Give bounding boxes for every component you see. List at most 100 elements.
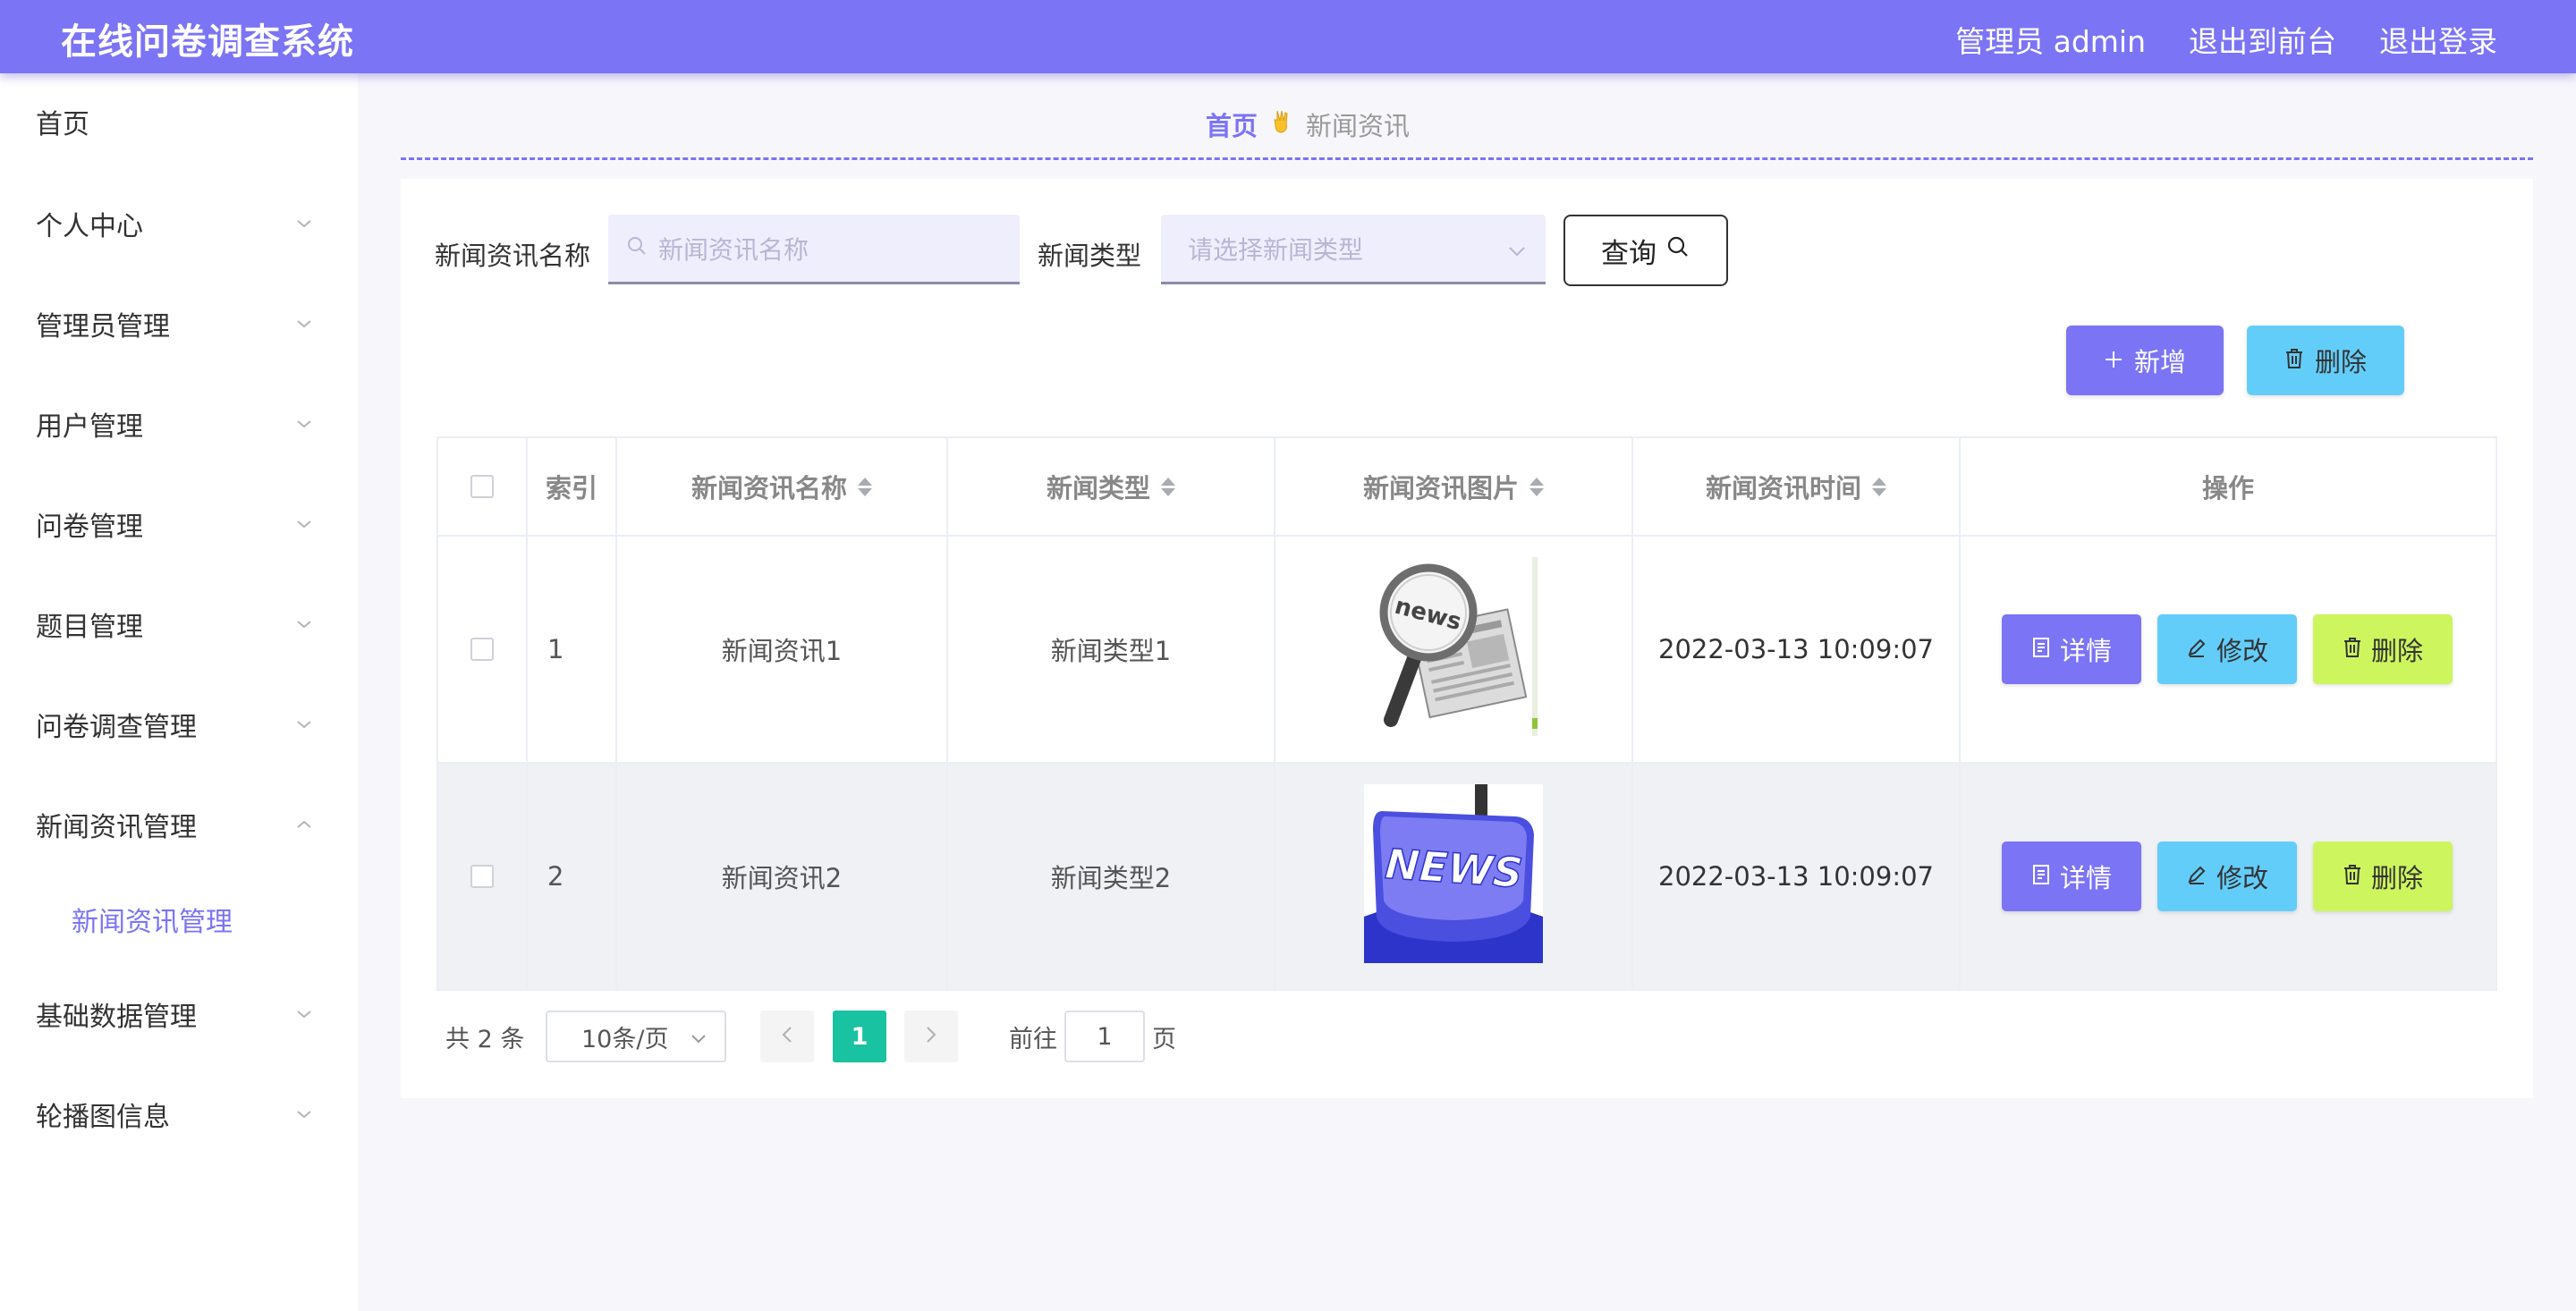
select-all-checkbox[interactable]: [470, 475, 494, 498]
column-header-label: 操作: [2201, 473, 2254, 503]
exit-to-front-link[interactable]: 退出到前台: [2189, 18, 2336, 61]
sidebar-item-admin-management[interactable]: 管理员管理: [36, 297, 322, 351]
sidebar-item-label: 用户管理: [36, 411, 143, 443]
row-delete-button[interactable]: 删除: [2313, 614, 2453, 684]
chevron-up-icon: [286, 807, 322, 842]
row-checkbox[interactable]: [470, 865, 494, 888]
type-cell: 新闻类型1: [948, 537, 1275, 762]
chevron-down-icon: [691, 1023, 707, 1051]
row-delete-button-label: 删除: [2370, 863, 2423, 893]
sidebar-item-user-management[interactable]: 用户管理: [36, 397, 322, 451]
time-cell: 2022-03-13 10:09:07: [1633, 537, 1961, 762]
current-user-label: 管理员 admin: [1955, 24, 2146, 59]
next-page-button[interactable]: [904, 1011, 958, 1062]
page-size-select[interactable]: 10条/页: [546, 1011, 726, 1062]
edit-button[interactable]: 修改: [2157, 842, 2297, 911]
search-name-placeholder: 新闻资讯名称: [658, 234, 809, 265]
news-key-icon: NEWS: [1364, 783, 1543, 969]
column-header-label: 新闻资讯时间: [1705, 473, 1861, 503]
news-table: 索引 新闻资讯名称 新闻类型 新闻资讯图片 新闻资讯时间 操作 1 新闻资讯1 …: [436, 436, 2497, 991]
detail-button[interactable]: 详情: [2002, 842, 2141, 911]
table-row: 1 新闻资讯1 新闻类型1 news 2022-03-13 10:09:07 详…: [438, 537, 2496, 764]
sidebar-item-label: 基础数据管理: [36, 1002, 197, 1033]
sort-icon[interactable]: [858, 477, 872, 496]
header-actions: 管理员 admin 退出到前台 退出登录: [1955, 18, 2497, 61]
column-header-type[interactable]: 新闻类型: [948, 438, 1275, 535]
pencil-icon: [2186, 634, 2207, 664]
column-header-name[interactable]: 新闻资讯名称: [617, 438, 948, 535]
detail-button[interactable]: 详情: [2002, 614, 2141, 684]
row-actions-cell: 详情 修改 删除: [1961, 537, 2496, 762]
submenu-item-news-management[interactable]: 新闻资讯管理: [72, 892, 322, 946]
sort-icon[interactable]: [1872, 477, 1886, 496]
column-header-time[interactable]: 新闻资讯时间: [1633, 438, 1961, 535]
sidebar-item-label: 管理员管理: [36, 311, 170, 343]
trash-icon: [2343, 634, 2362, 664]
chevron-down-icon: [286, 206, 322, 241]
sidebar-item-label: 首页: [36, 109, 89, 140]
prev-page-button[interactable]: [760, 1011, 814, 1062]
time-cell: 2022-03-13 10:09:07: [1633, 764, 1961, 989]
column-header-label: 新闻资讯名称: [691, 473, 847, 503]
row-actions-cell: 详情 修改 删除: [1961, 764, 2496, 989]
row-delete-button[interactable]: 删除: [2313, 842, 2453, 911]
sidebar-item-label: 个人中心: [36, 211, 143, 242]
goto-page: 前往 1 页: [1009, 1011, 1176, 1062]
type-cell: 新闻类型2: [948, 764, 1275, 989]
victory-hand-icon: [1272, 109, 1292, 140]
sort-icon[interactable]: [1530, 477, 1544, 496]
document-icon: [2031, 634, 2051, 664]
detail-button-label: 详情: [2059, 863, 2112, 893]
add-button[interactable]: 新增: [2066, 326, 2224, 395]
row-select-cell: [438, 764, 528, 989]
search-type-label: 新闻类型: [1038, 241, 1142, 271]
edit-button[interactable]: 修改: [2157, 614, 2297, 684]
top-header: 在线问卷调查系统 管理员 admin 退出到前台 退出登录: [0, 0, 2576, 73]
goto-page-input[interactable]: 1: [1064, 1011, 1145, 1062]
pencil-icon: [2186, 861, 2207, 892]
document-icon: [2031, 861, 2051, 892]
table-header-row: 索引 新闻资讯名称 新闻类型 新闻资讯图片 新闻资讯时间 操作: [438, 438, 2496, 537]
goto-prefix: 前往: [1009, 1025, 1057, 1053]
breadcrumb-home[interactable]: 首页: [1206, 106, 1258, 143]
chevron-right-icon: [926, 1026, 936, 1047]
index-cell: 2: [528, 764, 617, 989]
chevron-down-icon: [286, 506, 322, 542]
sidebar-item-personal-center[interactable]: 个人中心: [36, 197, 322, 250]
magnifier-newspaper-icon: news: [1364, 556, 1543, 742]
sidebar-item-base-data-management[interactable]: 基础数据管理: [36, 987, 322, 1041]
sidebar-item-news-management[interactable]: 新闻资讯管理: [36, 798, 322, 851]
column-header-label: 新闻类型: [1046, 473, 1150, 503]
pagination-total: 共 2 条: [445, 1025, 525, 1053]
detail-button-label: 详情: [2059, 636, 2112, 666]
news-type-select[interactable]: 请选择新闻类型: [1161, 215, 1546, 284]
image-cell: news: [1275, 537, 1633, 762]
search-icon: [1665, 234, 1690, 266]
column-header-actions: 操作: [1961, 438, 2496, 535]
search-icon: [626, 233, 648, 263]
image-label-text: NEWS: [1384, 839, 1524, 897]
sidebar-item-question-management[interactable]: 题目管理: [36, 597, 322, 651]
sidebar-item-label: 问卷调查管理: [36, 712, 197, 743]
logout-link[interactable]: 退出登录: [2379, 18, 2497, 61]
sidebar-item-questionnaire-management[interactable]: 问卷管理: [36, 497, 322, 551]
image-cell: NEWS: [1275, 764, 1633, 989]
edit-button-label: 修改: [2216, 636, 2268, 666]
breadcrumb-current: 新闻资讯: [1306, 111, 1411, 141]
sidebar-item-home[interactable]: 首页: [36, 95, 322, 148]
row-checkbox[interactable]: [470, 638, 494, 661]
sidebar-item-carousel-info[interactable]: 轮播图信息: [36, 1087, 322, 1141]
chevron-down-icon: [1508, 233, 1526, 263]
add-button-label: 新增: [2133, 347, 2186, 377]
app-title: 在线问卷调查系统: [61, 21, 354, 63]
query-button[interactable]: 查询: [1563, 215, 1728, 286]
column-header-image[interactable]: 新闻资讯图片: [1275, 438, 1633, 535]
table-row: 2 新闻资讯2 新闻类型2 NEWS 2022-03-13 10:09:07 详…: [438, 764, 2496, 991]
edit-button-label: 修改: [2216, 863, 2268, 893]
page-number-current[interactable]: 1: [833, 1011, 886, 1062]
sort-icon[interactable]: [1161, 477, 1175, 496]
search-name-input[interactable]: 新闻资讯名称: [608, 215, 1020, 284]
sidebar-item-survey-management[interactable]: 问卷调查管理: [36, 698, 322, 751]
delete-button[interactable]: 删除: [2247, 326, 2404, 395]
chevron-left-icon: [782, 1026, 792, 1047]
